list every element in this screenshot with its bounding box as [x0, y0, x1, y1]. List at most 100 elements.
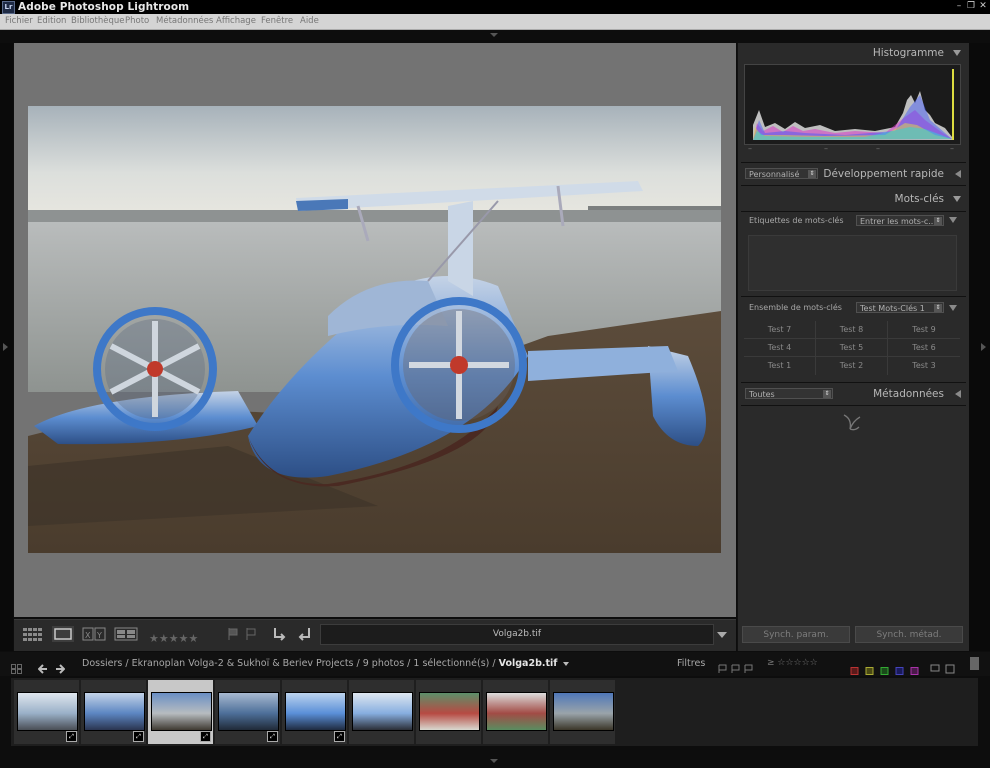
menu-bar: Fichier Edition Bibliothèque Photo Métad…	[0, 14, 990, 30]
survey-view-icon[interactable]	[114, 626, 138, 642]
keyword-tags-label: Etiquettes de mots-clés	[749, 216, 844, 225]
left-panel-toggle-icon[interactable]	[3, 343, 8, 351]
main-photo[interactable]	[28, 106, 721, 553]
close-icon[interactable]: ✕	[978, 1, 988, 12]
edited-badge-icon: ⤢	[66, 731, 77, 742]
back-arrow-icon[interactable]	[37, 659, 48, 674]
filter-lock-icon[interactable]	[970, 657, 979, 670]
filename-field: Volga2b.tif	[320, 624, 714, 645]
keywords-header[interactable]: Mots-clés	[738, 189, 969, 209]
keyword-set-select[interactable]: Test Mots-Clés 1 ⇕	[856, 302, 944, 313]
keyword-button[interactable]: Test 8	[816, 321, 888, 339]
keyword-tags-collapse-icon[interactable]	[949, 217, 957, 223]
rating-filter-stars[interactable]: ≥ ☆☆☆☆☆	[767, 658, 818, 668]
keyword-button[interactable]: Test 1	[744, 357, 816, 375]
keyword-button[interactable]: Test 6	[888, 339, 960, 357]
keyword-button[interactable]: Test 4	[744, 339, 816, 357]
menu-bibliotheque[interactable]: Bibliothèque	[71, 14, 124, 29]
keywords-title: Mots-clés	[894, 193, 944, 205]
app-title: Adobe Photoshop Lightroom	[18, 1, 190, 13]
top-panel-toggle-icon[interactable]	[490, 33, 498, 37]
color-label-filter-icons[interactable]	[850, 660, 920, 675]
filmstrip-cell[interactable]: ⤢	[81, 680, 146, 744]
keyword-button[interactable]: Test 2	[816, 357, 888, 375]
filmstrip-cell[interactable]: ⤢	[282, 680, 347, 744]
right-panel-edge	[969, 43, 990, 651]
thumb-4[interactable]	[218, 692, 279, 731]
thumb-3[interactable]	[151, 692, 212, 731]
histogram-mark: –	[824, 144, 828, 153]
menu-affichage[interactable]: Affichage	[216, 14, 256, 29]
menu-fenetre[interactable]: Fenêtre	[261, 14, 293, 29]
expand-triangle-icon[interactable]	[955, 390, 961, 398]
filmstrip-cell[interactable]	[349, 680, 414, 744]
lightroom-app-icon: Lr	[2, 1, 15, 14]
star-rating-icons[interactable]: ★★★★★	[149, 632, 198, 645]
collapse-triangle-icon[interactable]	[953, 50, 961, 56]
rating-stars[interactable]: ★★★★★	[149, 627, 198, 646]
filmstrip-cell[interactable]	[550, 680, 615, 744]
quick-develop-header[interactable]: Développement rapide	[738, 164, 969, 184]
stepper-icon: ⇕	[934, 217, 942, 225]
keyword-button[interactable]: Test 5	[816, 339, 888, 357]
right-panel-toggle-icon[interactable]	[981, 343, 986, 351]
grid-view-icon[interactable]	[22, 626, 44, 642]
flag-reject-icon[interactable]	[244, 626, 258, 642]
divider	[741, 382, 966, 383]
thumb-8[interactable]	[486, 692, 547, 731]
menu-photo[interactable]: Photo	[125, 14, 149, 29]
metadata-header[interactable]: Métadonnées	[738, 384, 969, 404]
menu-aide[interactable]: Aide	[300, 14, 319, 29]
filter-options-icons[interactable]	[930, 659, 955, 674]
histogram-header[interactable]: Histogramme	[738, 43, 969, 63]
flag-pick-icon[interactable]	[226, 626, 240, 642]
menu-edition[interactable]: Edition	[37, 14, 66, 29]
thumb-1[interactable]	[17, 692, 78, 731]
flag-filter-icons[interactable]	[718, 659, 758, 673]
filmstrip-cell[interactable]: ⤢	[148, 680, 213, 744]
keyword-set-collapse-icon[interactable]	[949, 305, 957, 311]
thumb-7[interactable]	[419, 692, 480, 731]
divider	[741, 296, 966, 297]
thumb-2[interactable]	[84, 692, 145, 731]
breadcrumb[interactable]: Dossiers / Ekranoplan Volga-2 & Sukhoï &…	[82, 652, 570, 676]
rotate-left-icon[interactable]	[272, 626, 288, 642]
thumb-5[interactable]	[285, 692, 346, 731]
sync-settings-button[interactable]: Synch. param.	[742, 626, 850, 643]
toolbar-options-dropdown-icon[interactable]	[717, 632, 727, 638]
metadata-title: Métadonnées	[873, 388, 944, 400]
menu-fichier[interactable]: Fichier	[5, 14, 33, 29]
filmstrip-cell[interactable]: ⤢	[215, 680, 280, 744]
keyword-set-select-value: Test Mots-Clés 1	[860, 304, 925, 313]
loupe-view-icon[interactable]	[52, 626, 74, 642]
keyword-button[interactable]: Test 9	[888, 321, 960, 339]
keyword-tags-input-area[interactable]	[748, 235, 957, 291]
compare-view-icon[interactable]: XY	[82, 626, 106, 642]
sync-metadata-button[interactable]: Synch. métad.	[855, 626, 963, 643]
thumb-9[interactable]	[553, 692, 614, 731]
keyword-tags-select[interactable]: Entrer les mots-c... ⇕	[856, 215, 944, 226]
menu-metadonnees[interactable]: Métadonnées	[156, 14, 213, 29]
breadcrumb-current-file: Volga2b.tif	[498, 658, 558, 669]
restore-icon[interactable]: ❐	[966, 1, 976, 12]
grid-small-icon[interactable]	[11, 659, 22, 674]
histogram-mark: –	[950, 144, 954, 153]
forward-arrow-icon[interactable]	[55, 659, 66, 674]
keyword-set-grid: Test 7 Test 8 Test 9 Test 4 Test 5 Test …	[744, 321, 960, 377]
svg-text:X: X	[85, 631, 91, 640]
keyword-button[interactable]: Test 7	[744, 321, 816, 339]
rotate-right-icon[interactable]	[296, 626, 312, 642]
divider	[741, 405, 966, 406]
filmstrip-cell[interactable]	[416, 680, 481, 744]
bottom-panel-toggle-icon[interactable]	[490, 759, 498, 763]
filmstrip-cell[interactable]: ⤢	[14, 680, 79, 744]
bottom-panel-strip	[0, 748, 990, 768]
breadcrumb-dropdown-icon[interactable]	[563, 662, 570, 666]
filmstrip-cell[interactable]	[483, 680, 548, 744]
minimize-icon[interactable]: –	[954, 1, 964, 12]
keyword-button[interactable]: Test 3	[888, 357, 960, 375]
thumb-6[interactable]	[352, 692, 413, 731]
expand-triangle-icon[interactable]	[955, 170, 961, 178]
collapse-triangle-icon[interactable]	[953, 196, 961, 202]
histogram-mark: –	[748, 144, 752, 153]
